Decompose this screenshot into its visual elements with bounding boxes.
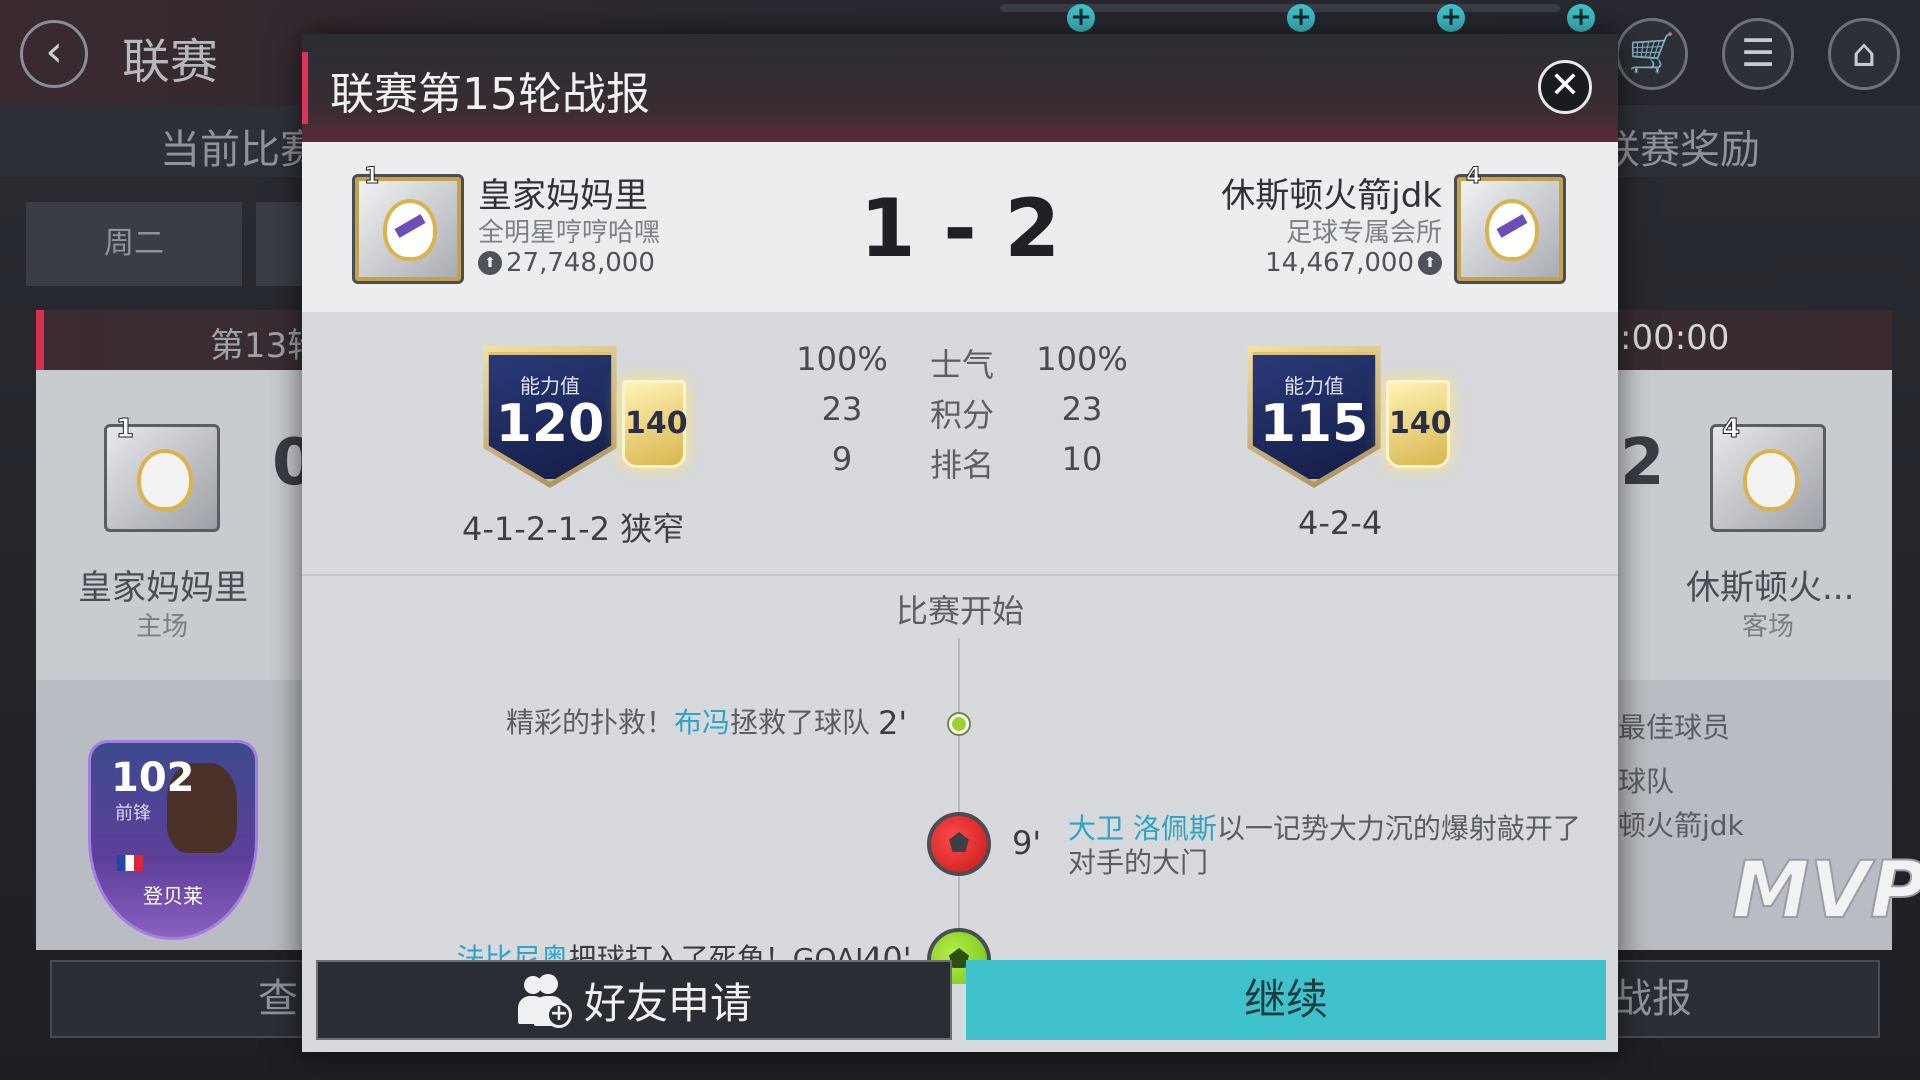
event-suffix: 拯救了球队 [729,706,870,739]
match-score: 1 - 2 [859,182,1061,275]
ranking-label: 排名 [929,446,994,484]
away-value-text: 14,467,000 [1265,248,1414,278]
save-dot-icon [949,714,969,734]
france-flag-icon [117,855,143,871]
mvp-label: 最佳球员 [1618,711,1731,744]
view-button[interactable]: 查 [50,960,310,1038]
stat-rank: 9 排名 10 [772,440,1152,486]
header-accent [302,52,308,124]
add-friend-icon: + [516,972,572,1028]
home-rank: 1 [115,414,135,445]
red-ball-icon [927,812,991,876]
home-team-name: 皇家妈妈里 [78,568,248,608]
home-ranking: 9 [831,440,853,478]
home-team-value: ⬆ 27,748,000 [478,248,655,278]
coin-icon: ⬆ [478,251,502,275]
close-icon[interactable]: ✕ [1538,60,1592,114]
away-score: 2 [1620,426,1665,500]
add-resource-icon[interactable]: + [1567,4,1595,32]
stat-points: 23 积分 23 [772,390,1152,436]
player-link[interactable]: 大卫 洛佩斯 [1068,812,1217,845]
dialog-header: 联赛第15轮战报 ✕ [302,34,1618,142]
event-suffix: 以一记势大力沉的爆射敲开了 [1216,812,1581,845]
home-morale: 100% [796,340,888,378]
coin-icon: ⬆ [1418,251,1442,275]
friend-request-label: 好友申请 [583,978,752,1028]
away-rating-max: 140 [1386,380,1452,468]
event-text: 大卫 洛佩斯以一记势大力沉的爆射敲开了 对手的大门 [1068,812,1588,880]
cart-icon[interactable]: 🛒 [1616,18,1688,90]
away-rating: 115 [1259,394,1369,454]
mvp-badge: MVP [1731,845,1920,937]
stat-morale: 100% 士气 100% [772,340,1152,386]
chevron-left-icon: ‹ [45,26,63,77]
away-team-name: 休斯顿火箭jdk [1221,176,1442,216]
away-label: 客场 [1742,612,1795,642]
away-manager: 足球专属会所 [1285,218,1442,248]
away-ranking: 10 [1061,440,1103,478]
mvp-team: 顿火箭jdk [1618,809,1744,842]
away-team-value: 14,467,000 ⬆ [1265,248,1442,278]
away-crest-icon [1454,174,1566,284]
tab-current-match[interactable]: 当前比赛 [160,117,320,175]
continue-button[interactable]: 继续 [966,960,1606,1040]
morale-label: 士气 [929,346,994,384]
event-text: 精彩的扑救！布冯拯救了球队 [506,706,870,740]
player-position: 前锋 [115,803,151,824]
match-timeline: 比赛开始 精彩的扑救！布冯拯救了球队 2' 9' 大卫 洛佩斯以一记势大力沉的爆… [302,574,1618,998]
dialog-title: 联赛第15轮战报 [330,69,650,120]
away-morale: 100% [1036,340,1128,378]
points-label: 积分 [929,396,994,434]
home-rating: 120 [495,394,605,454]
away-team-name: 休斯顿火... [1686,568,1855,608]
report-button[interactable]: 战报 [1610,960,1880,1038]
away-rating-badge: 能力值 115 [1246,346,1382,488]
player-link[interactable]: 布冯 [674,706,730,739]
add-resource-icon[interactable]: + [1287,4,1315,32]
away-rank: 4 [1721,414,1741,445]
tab-league-rewards[interactable]: 联赛奖励 [1600,117,1760,175]
home-rating-max: 140 [622,380,688,468]
match-report-dialog: 联赛第15轮战报 ✕ 1 皇家妈妈里 全明星哼哼哈嘿 ⬆ 27,748,000 … [302,34,1618,1052]
away-points: 23 [1061,390,1103,428]
event-minute: 9' [1012,824,1042,862]
event-minute: 2' [878,704,908,742]
kickoff-label: 比赛开始 [895,592,1024,630]
countdown-timer: :00:00 [1620,318,1730,358]
add-resource-icon[interactable]: + [1067,4,1095,32]
home-icon[interactable]: ⌂ [1828,18,1900,90]
add-resource-icon[interactable]: + [1437,4,1465,32]
friend-request-button[interactable]: + 好友申请 [316,960,952,1040]
player-card[interactable]: 102 前锋 登贝莱 [88,740,258,940]
page-title: 联赛 [122,34,219,90]
player-name: 登贝莱 [143,884,203,908]
home-rating-badge: 能力值 120 [482,346,618,488]
event-prefix: 精彩的扑救！ [505,706,674,739]
home-rank: 1 [363,164,380,190]
home-points: 23 [821,390,863,428]
home-formation: 4-1-2-1-2 狭窄 [462,510,685,548]
day-chip[interactable]: 周二 [26,202,242,286]
player-rating: 102 [111,755,195,801]
team-stats: 能力值 120 140 4-1-2-1-2 狭窄 100% 士气 100% 23… [302,312,1618,574]
checklist-icon[interactable]: ☰ [1722,18,1794,90]
away-formation: 4-2-4 [1298,504,1383,542]
mvp-team-label: 球队 [1618,765,1675,798]
home-value-text: 27,748,000 [506,248,655,278]
scoreboard: 1 皇家妈妈里 全明星哼哼哈嘿 ⬆ 27,748,000 1 - 2 4 休斯顿… [302,142,1618,312]
home-team-name: 皇家妈妈里 [478,176,648,216]
home-manager: 全明星哼哼哈嘿 [478,218,661,248]
away-rank: 4 [1465,164,1482,190]
home-crest-icon [352,174,464,284]
back-button[interactable]: ‹ [20,20,88,88]
home-label: 主场 [136,612,189,642]
event-suffix: 对手的大门 [1068,846,1209,879]
